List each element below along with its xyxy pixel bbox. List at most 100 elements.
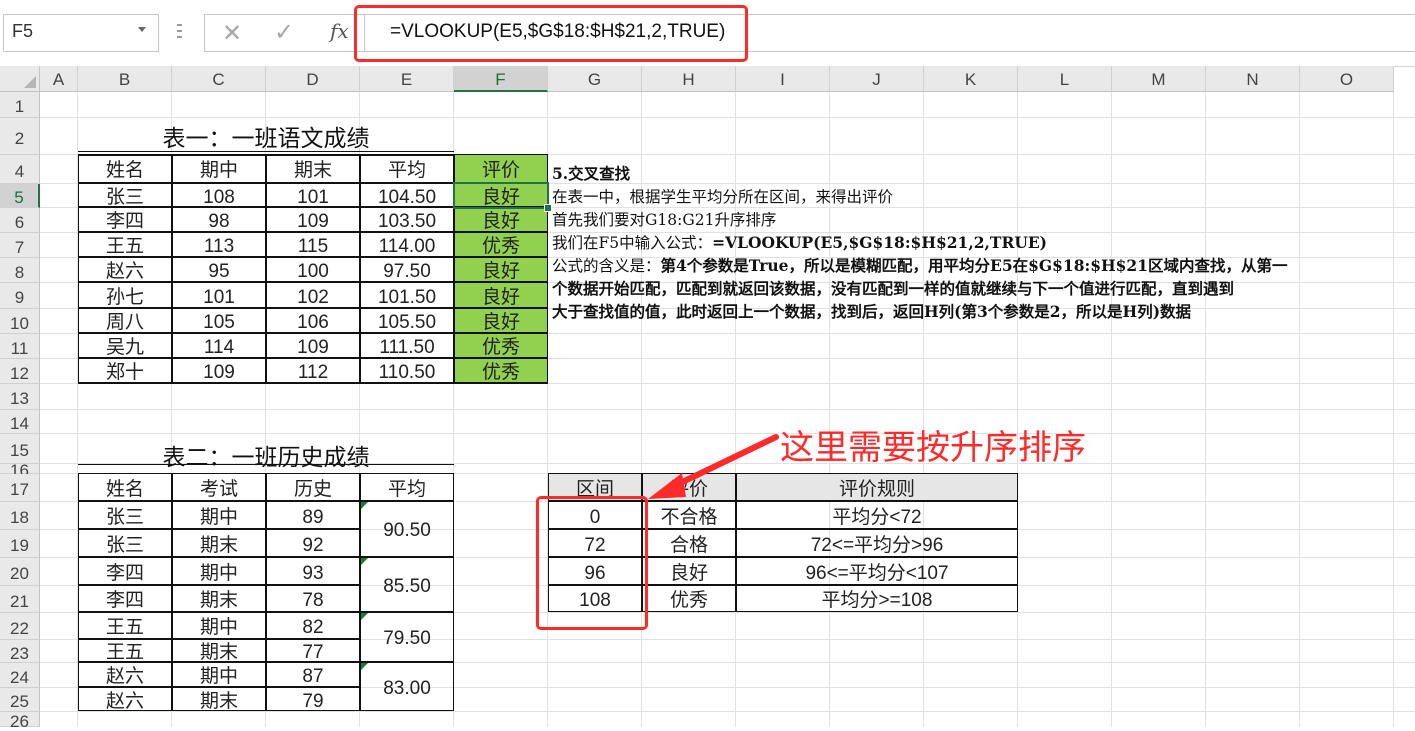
table3-cell[interactable]: 平均分>=108 (736, 585, 1018, 612)
row-header-17[interactable]: 17 (0, 474, 40, 502)
row-header-11[interactable]: 11 (0, 334, 40, 359)
row-header-10[interactable]: 10 (0, 309, 40, 334)
table1-grade-cell[interactable]: 优秀 (454, 358, 548, 383)
table2-cell[interactable]: 期中 (172, 612, 266, 639)
table3-cell[interactable]: 96<=平均分<107 (736, 557, 1018, 585)
table2-cell[interactable]: 89 (266, 501, 360, 529)
table1-cell[interactable]: 108 (172, 183, 266, 207)
table1-grade-cell[interactable]: 优秀 (454, 333, 548, 358)
row-header-12[interactable]: 12 (0, 359, 40, 384)
cancel-icon[interactable]: ✕ (222, 19, 242, 48)
table1-cell[interactable]: 吴九 (78, 333, 172, 358)
table3-cell[interactable]: 优秀 (642, 585, 736, 612)
row-header-25[interactable]: 25 (0, 688, 40, 712)
row-header-15[interactable]: 15 (0, 434, 40, 464)
table1-cell[interactable]: 105.50 (360, 308, 454, 333)
column-header-j[interactable]: J (830, 66, 924, 92)
table1-cell[interactable]: 114 (172, 333, 266, 358)
table1-cell[interactable]: 109 (266, 333, 360, 358)
column-header-e[interactable]: E (360, 66, 454, 92)
table2-cell[interactable]: 赵六 (78, 687, 172, 711)
column-header-a[interactable]: A (40, 66, 78, 92)
insert-function-icon[interactable]: fx (330, 19, 349, 43)
table1-cell[interactable]: 112 (266, 358, 360, 383)
table1-cell[interactable]: 111.50 (360, 333, 454, 358)
column-header-o[interactable]: O (1300, 66, 1394, 92)
column-header-h[interactable]: H (642, 66, 736, 92)
table2-average-cell[interactable]: 85.50 (360, 557, 454, 612)
table1-cell[interactable]: 106 (266, 308, 360, 333)
row-header-5[interactable]: 5 (0, 184, 40, 208)
row-header-26[interactable]: 26 (0, 712, 40, 731)
row-header-2[interactable]: 2 (0, 118, 40, 155)
table1-cell[interactable]: 郑十 (78, 358, 172, 383)
table1-cell[interactable]: 97.50 (360, 257, 454, 282)
table1-cell[interactable]: 103.50 (360, 207, 454, 232)
column-header-l[interactable]: L (1018, 66, 1112, 92)
column-header-g[interactable]: G (548, 66, 642, 92)
column-header-k[interactable]: K (924, 66, 1018, 92)
table1-header-cell[interactable]: 评价 (454, 154, 548, 183)
table1-cell[interactable]: 周八 (78, 308, 172, 333)
row-header-20[interactable]: 20 (0, 558, 40, 586)
column-header-c[interactable]: C (172, 66, 266, 92)
row-header-1[interactable]: 1 (0, 92, 40, 118)
table2-cell[interactable]: 王五 (78, 639, 172, 662)
row-header-19[interactable]: 19 (0, 530, 40, 558)
table1-cell[interactable]: 109 (266, 207, 360, 232)
table1-cell[interactable]: 105 (172, 308, 266, 333)
table1-cell[interactable]: 100 (266, 257, 360, 282)
row-header-9[interactable]: 9 (0, 283, 40, 309)
table2-header-cell[interactable]: 姓名 (78, 473, 172, 501)
table1-cell[interactable]: 王五 (78, 232, 172, 257)
row-header-24[interactable]: 24 (0, 663, 40, 688)
table3-cell[interactable]: 平均分<72 (736, 501, 1018, 529)
table2-cell[interactable]: 期中 (172, 501, 266, 529)
table2-average-cell[interactable]: 90.50 (360, 501, 454, 557)
table1-cell[interactable]: 101 (266, 183, 360, 207)
column-header-m[interactable]: M (1112, 66, 1206, 92)
column-header-i[interactable]: I (736, 66, 830, 92)
table1-cell[interactable]: 张三 (78, 183, 172, 207)
table2-cell[interactable]: 赵六 (78, 662, 172, 687)
table2-cell[interactable]: 期末 (172, 585, 266, 612)
table1-cell[interactable]: 101 (172, 282, 266, 308)
table2-cell[interactable]: 82 (266, 612, 360, 639)
table2-cell[interactable]: 期末 (172, 639, 266, 662)
table2-cell[interactable]: 77 (266, 639, 360, 662)
table2-cell[interactable]: 78 (266, 585, 360, 612)
table3-cell[interactable]: 不合格 (642, 501, 736, 529)
table1-cell[interactable]: 95 (172, 257, 266, 282)
row-header-22[interactable]: 22 (0, 613, 40, 640)
table1-cell[interactable]: 110.50 (360, 358, 454, 383)
row-header-4[interactable]: 4 (0, 155, 40, 184)
table2-header-cell[interactable]: 历史 (266, 473, 360, 501)
table1-header-cell[interactable]: 平均 (360, 154, 454, 183)
table3-cell[interactable]: 72<=平均分>96 (736, 529, 1018, 557)
table2-cell[interactable]: 79 (266, 687, 360, 711)
row-header-8[interactable]: 8 (0, 258, 40, 283)
table1-grade-cell[interactable]: 良好 (454, 257, 548, 282)
table2-cell[interactable]: 张三 (78, 501, 172, 529)
table1-grade-cell[interactable]: 良好 (454, 308, 548, 333)
row-header-16[interactable]: 16 (0, 462, 40, 479)
column-header-b[interactable]: B (78, 66, 172, 92)
table2-cell[interactable]: 93 (266, 557, 360, 585)
table2-cell[interactable]: 期中 (172, 557, 266, 585)
table1-cell[interactable]: 101.50 (360, 282, 454, 308)
table1-cell[interactable]: 赵六 (78, 257, 172, 282)
table1-header-cell[interactable]: 姓名 (78, 154, 172, 183)
table1-header-cell[interactable]: 期末 (266, 154, 360, 183)
table3-cell[interactable]: 合格 (642, 529, 736, 557)
table1-cell[interactable]: 104.50 (360, 183, 454, 207)
row-header-14[interactable]: 14 (0, 410, 40, 434)
column-header-f[interactable]: F (454, 66, 548, 92)
row-header-13[interactable]: 13 (0, 384, 40, 410)
table2-cell[interactable]: 张三 (78, 529, 172, 557)
table2-average-cell[interactable]: 79.50 (360, 612, 454, 662)
table2-cell[interactable]: 李四 (78, 585, 172, 612)
table3-cell[interactable]: 良好 (642, 557, 736, 585)
row-header-7[interactable]: 7 (0, 233, 40, 258)
table2-header-cell[interactable]: 平均 (360, 473, 454, 501)
table1-grade-cell[interactable]: 优秀 (454, 232, 548, 257)
